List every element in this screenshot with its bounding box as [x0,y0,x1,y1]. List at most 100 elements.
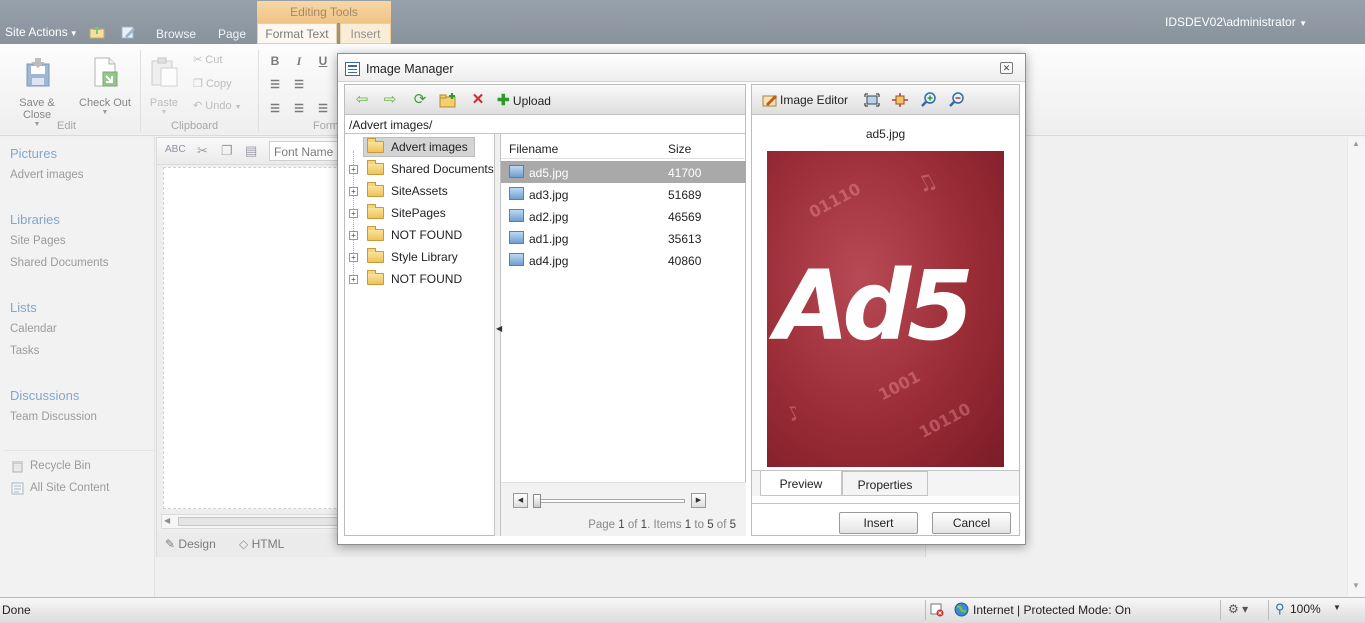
expand-icon[interactable]: + [349,275,358,284]
filename-column-header[interactable]: Filename [509,142,558,156]
folder-tree-item[interactable]: Advert images [349,137,495,157]
expand-icon[interactable]: + [349,231,358,240]
delete-icon[interactable]: ✕ [469,92,487,108]
file-row[interactable]: ad5.jpg 41700 [501,161,746,183]
folder-label: Style Library [391,250,458,264]
actual-size-icon[interactable] [892,93,908,107]
pager-items-from: 1 [684,519,692,531]
folder-label: NOT FOUND [391,228,463,242]
tab-preview[interactable]: Preview [760,471,842,496]
file-size: 40860 [668,254,702,268]
plus-icon: ✚ [497,92,510,109]
folder-icon [367,138,384,153]
close-icon[interactable]: ✕ [1000,62,1013,74]
folder-icon [367,248,384,263]
folder-icon [367,226,384,241]
file-list: Filename Size ad5.jpg 41700 ad3.jpg 51689 ad… [501,134,746,536]
pager-items-word: . Items [647,519,682,531]
slider-track[interactable] [535,499,685,503]
pager-page-word: Page [588,519,616,531]
preview-toolbar: Image Editor [752,85,1019,115]
image-file-icon [509,165,524,178]
folder-tree-item[interactable]: + SitePages [349,203,495,223]
preview-texture: 01110 [805,179,864,222]
pager-current-page: 1 [618,519,625,531]
pager-items-to: 5 [707,519,714,531]
expand-icon[interactable]: + [349,165,358,174]
zoom-in-icon[interactable] [921,92,937,108]
file-name: ad4.jpg [529,254,569,268]
image-manager-dialog: Image Manager ✕ ⇦ ⇨ ⟳ ✕ ✚ Upload /Advert… [337,53,1026,545]
preview-tabs: Preview Properties [752,470,1019,496]
upload-button[interactable]: ✚ Upload [497,91,551,109]
selected-image-name: ad5.jpg [865,127,906,141]
folder-label: Advert images [391,140,468,154]
slider-handle[interactable] [533,494,541,508]
file-list-slider[interactable]: ◀ ▶ [513,493,709,509]
folder-icon [367,182,384,197]
globe-icon [954,602,969,617]
file-name: ad5.jpg [529,166,569,180]
preview-texture: 10110 [915,399,974,442]
expand-icon[interactable]: + [349,253,358,262]
file-row[interactable]: ad3.jpg 51689 [501,183,746,205]
pager-of-word: of [716,519,727,531]
preview-texture: ♫ [912,167,942,200]
slider-right-icon[interactable]: ▶ [691,493,706,508]
zoom-out-icon[interactable] [949,92,965,108]
browser-status-bar: Done Internet | Protected Mode: On ⚙ ▾ ⚲… [0,597,1365,623]
expand-icon[interactable]: + [349,209,358,218]
file-size: 46569 [668,210,702,224]
status-divider [1220,600,1221,620]
file-browser-pane: ⇦ ⇨ ⟳ ✕ ✚ Upload /Advert images/ Advert … [344,84,746,536]
dialog-button-row: Insert Cancel [752,503,1019,536]
chevron-down-icon[interactable]: ▼ [1333,603,1341,612]
zoom-icon: ⚲ [1275,601,1285,616]
expand-icon[interactable]: + [349,187,358,196]
zoom-level[interactable]: 100% [1290,602,1321,616]
back-arrow-icon[interactable]: ⇦ [353,92,371,108]
preview-texture: ♪ [782,399,805,427]
pager-to-word: to [694,519,704,531]
image-preview: 01110 ♫ 1001 ♪ 10110 Ad5 [767,151,1004,467]
file-browser-toolbar: ⇦ ⇨ ⟳ ✕ ✚ Upload [345,85,745,115]
status-divider [1268,600,1269,620]
folder-tree-item[interactable]: + NOT FOUND [349,269,495,289]
pager-items-total: 5 [729,519,736,531]
protected-mode-icon[interactable]: ⚙ ▾ [1228,602,1248,616]
image-file-icon [509,253,524,266]
folder-tree-item[interactable]: + SiteAssets [349,181,495,201]
insert-button[interactable]: Insert [839,512,918,534]
cancel-button[interactable]: Cancel [932,512,1011,534]
size-column-header[interactable]: Size [668,142,691,156]
tab-properties[interactable]: Properties [842,471,928,496]
image-file-icon [509,231,524,244]
file-size: 51689 [668,188,702,202]
file-list-pager: ◀ ▶ Page 1 of 1. Items 1 to 5 of 5 [501,482,746,536]
file-row[interactable]: ad1.jpg 35613 [501,227,746,249]
dialog-title: Image Manager [366,62,454,76]
popup-blocked-icon[interactable] [930,603,944,617]
folder-tree: Advert images + Shared Documents + SiteAsset… [345,134,495,536]
file-size: 35613 [668,232,702,246]
file-name: ad3.jpg [529,188,569,202]
folder-tree-item[interactable]: + NOT FOUND [349,225,495,245]
image-file-icon [509,187,524,200]
new-folder-icon[interactable] [439,92,457,108]
image-editor-icon [762,95,777,107]
folder-tree-item[interactable]: + Shared Documents [349,159,495,179]
slider-left-icon[interactable]: ◀ [513,493,528,508]
dialog-titlebar[interactable]: Image Manager ✕ [338,54,1025,82]
forward-arrow-icon[interactable]: ⇨ [381,92,399,108]
pager-info: Page 1 of 1. Items 1 to 5 of 5 [588,519,736,531]
folder-icon [367,270,384,285]
folder-tree-item[interactable]: + Style Library [349,247,495,267]
folder-label: SiteAssets [391,184,448,198]
image-editor-button[interactable]: Image Editor [780,93,848,107]
security-zone[interactable]: Internet | Protected Mode: On [973,603,1131,617]
refresh-icon[interactable]: ⟳ [411,92,429,108]
file-row[interactable]: ad4.jpg 40860 [501,249,746,271]
file-row[interactable]: ad2.jpg 46569 [501,205,746,227]
fit-to-window-icon[interactable] [864,93,880,107]
image-file-icon [509,209,524,222]
